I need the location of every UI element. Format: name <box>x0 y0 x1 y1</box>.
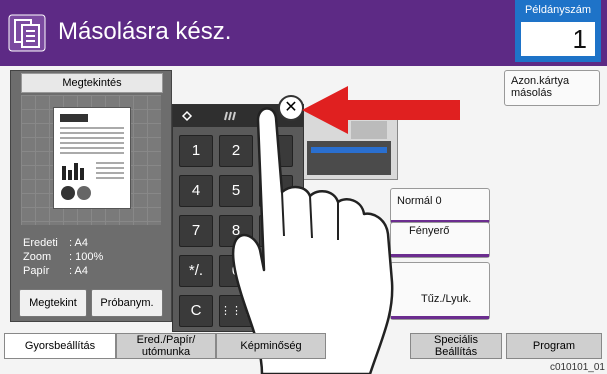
preview-page-thumbnail <box>53 107 131 209</box>
original-value: : A4 <box>69 237 88 249</box>
paper-label: Papír <box>23 265 50 277</box>
tab-bar: Gyorsbeállítás Ered./Papír/ utómunka Kép… <box>0 333 607 359</box>
zoom-row: Zoom : 100% <box>23 251 103 263</box>
test-copy-button[interactable]: Próbanym. <box>91 289 163 317</box>
id-card-line1: Azon.kártya <box>511 75 570 87</box>
preview-title: Megtekintés <box>21 73 163 93</box>
zoom-value: : 100% <box>69 251 104 263</box>
tab-original-paper-line1: Ered./Papír/ <box>136 334 196 346</box>
id-card-copy-button[interactable]: Azon.kártya másolás <box>504 70 600 106</box>
paper-value: : A4 <box>69 265 88 277</box>
header-bar: Másolásra kész. Példányszám 1 <box>0 0 607 66</box>
key-1[interactable]: 1 <box>179 135 213 167</box>
original-label: Eredeti <box>23 237 58 249</box>
key-7[interactable]: 7 <box>179 215 213 247</box>
key-clear[interactable]: C <box>179 295 213 327</box>
staple-label: Tűz./Lyuk. <box>421 293 472 305</box>
copies-value[interactable]: 1 <box>521 22 595 56</box>
page-title: Másolásra kész. <box>58 18 232 45</box>
paper-row: Papír : A4 <box>23 265 88 277</box>
tab-special-settings[interactable]: Speciális Beállítás <box>410 333 502 359</box>
preview-panel: Megtekintés Eredeti : A4 Zoom: 100% Papí… <box>10 70 172 322</box>
copy-screen: Másolásra kész. Példányszám 1 Megtekinté… <box>0 0 607 374</box>
id-card-line2: másolás <box>511 87 552 99</box>
figure-code: c010101_01 <box>549 362 605 373</box>
original-size-row: Eredeti : A4 <box>23 237 88 249</box>
zoom-label: Zoom <box>23 251 52 263</box>
key-4[interactable]: 4 <box>179 175 213 207</box>
tab-quick-setup[interactable]: Gyorsbeállítás <box>4 333 116 359</box>
tab-image-quality[interactable]: Képminőség <box>216 333 326 359</box>
copies-count-field[interactable]: Példányszám 1 <box>515 0 601 62</box>
tab-original-paper[interactable]: Ered./Papír/ utómunka <box>116 333 216 359</box>
key-star-dot[interactable]: */. <box>179 255 213 287</box>
preview-button[interactable]: Megtekint <box>19 289 87 317</box>
tab-special-line1: Speciális <box>433 334 479 346</box>
copies-label: Példányszám <box>524 4 592 16</box>
copy-icon <box>8 14 46 52</box>
tab-special-line2: Beállítás <box>434 346 478 358</box>
tab-original-paper-line2: utómunka <box>141 346 191 358</box>
tab-program[interactable]: Program <box>506 333 602 359</box>
